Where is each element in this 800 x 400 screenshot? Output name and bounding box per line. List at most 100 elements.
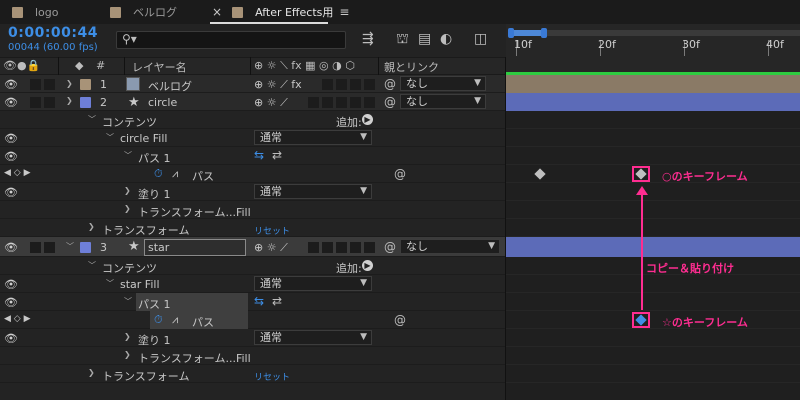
close-icon[interactable]: × bbox=[212, 5, 222, 19]
fill-name[interactable]: 塗り 1 bbox=[138, 186, 171, 202]
visibility-eye-icon[interactable]: 👁 bbox=[4, 96, 18, 109]
stopwatch-icon[interactable]: ⏱ bbox=[154, 167, 163, 181]
frame-blending-icon[interactable]: ▤ bbox=[418, 31, 431, 47]
path-reverse-icon[interactable]: ⇄ bbox=[272, 294, 282, 308]
path-direction-icon[interactable]: ⇆ bbox=[254, 148, 264, 162]
expand-chevron-icon[interactable]: ﹀ bbox=[106, 132, 114, 143]
transform-name[interactable]: トランスフォーム bbox=[102, 222, 189, 238]
layer-duration-bar[interactable] bbox=[506, 237, 800, 257]
expand-chevron-icon[interactable]: ❯ bbox=[88, 222, 95, 231]
transform-fill-name[interactable]: トランスフォーム...Fill bbox=[138, 204, 251, 220]
expand-chevron-icon[interactable]: ❯ bbox=[124, 332, 131, 341]
graph-icon[interactable]: ⩘ bbox=[172, 167, 178, 181]
stopwatch-icon[interactable]: ⏱ bbox=[154, 313, 163, 327]
lock-switch[interactable] bbox=[44, 242, 55, 253]
label-color-swatch[interactable] bbox=[80, 79, 91, 90]
motion-blur-icon[interactable]: ◐ bbox=[440, 31, 452, 47]
expand-chevron-icon[interactable]: ﹀ bbox=[106, 278, 114, 289]
pickwhip-spiral-icon[interactable]: @ bbox=[394, 167, 406, 181]
layer-name-field[interactable]: star bbox=[144, 239, 246, 256]
adjustment-switch[interactable] bbox=[350, 79, 361, 90]
label-header-icon[interactable]: ◆ bbox=[75, 59, 83, 72]
3d-switch[interactable] bbox=[364, 242, 375, 253]
transform-row[interactable] bbox=[0, 219, 506, 237]
parent-dropdown[interactable]: なし ▼ bbox=[400, 94, 486, 109]
panel-divider[interactable] bbox=[505, 57, 506, 400]
search-input[interactable] bbox=[116, 31, 346, 49]
expand-chevron-icon[interactable]: ❯ bbox=[66, 79, 73, 88]
visibility-eye-icon[interactable]: 👁 bbox=[4, 150, 18, 163]
visibility-eye-icon[interactable]: 👁 bbox=[4, 186, 18, 199]
layer-switches[interactable]: ⊕ ☼ ⟋ bbox=[254, 241, 288, 255]
transform-fill-name[interactable]: トランスフォーム...Fill bbox=[138, 350, 251, 366]
work-area-range[interactable] bbox=[512, 30, 544, 36]
transform-row[interactable] bbox=[0, 365, 506, 383]
expand-chevron-icon[interactable]: ❯ bbox=[124, 204, 131, 213]
parent-dropdown[interactable]: なし ▼ bbox=[400, 239, 500, 254]
path-group-row[interactable] bbox=[0, 293, 506, 311]
contents-group-row[interactable] bbox=[0, 257, 506, 275]
fx-switch[interactable] bbox=[308, 242, 319, 253]
layer-name-header[interactable]: レイヤー名 bbox=[132, 59, 187, 75]
frame-blend-switch[interactable] bbox=[322, 242, 333, 253]
pickwhip-spiral-icon[interactable]: @ bbox=[384, 77, 396, 91]
3d-switch[interactable] bbox=[364, 97, 375, 108]
visibility-eye-icon[interactable]: 👁 bbox=[4, 278, 18, 291]
work-area-bar[interactable] bbox=[510, 30, 800, 36]
pickwhip-spiral-icon[interactable]: @ bbox=[384, 95, 396, 109]
layer-switches[interactable]: ⊕ ☼ ⟋ fx bbox=[254, 78, 302, 92]
visibility-eye-icon[interactable]: 👁 bbox=[4, 78, 18, 91]
graph-editor-icon[interactable]: ◫ bbox=[474, 31, 487, 47]
transform-name[interactable]: トランスフォーム bbox=[102, 368, 189, 384]
transform-fill-row[interactable] bbox=[0, 347, 506, 365]
motion-blur-switch[interactable] bbox=[336, 242, 347, 253]
visibility-eye-icon[interactable]: 👁 bbox=[4, 241, 18, 254]
pickwhip-spiral-icon[interactable]: @ bbox=[394, 313, 406, 327]
tab-after-effects[interactable]: × After Effects用 ≡ bbox=[212, 0, 349, 24]
adjustment-switch[interactable] bbox=[350, 242, 361, 253]
shy-layers-icon[interactable]: ⛫ bbox=[396, 31, 409, 49]
expand-chevron-icon[interactable]: ❯ bbox=[66, 96, 73, 105]
group-row-circle-fill[interactable] bbox=[0, 129, 506, 147]
lock-switch[interactable] bbox=[44, 79, 55, 90]
tab-logo[interactable]: logo bbox=[12, 0, 59, 24]
layer-duration-bar[interactable] bbox=[506, 93, 800, 111]
path-direction-icon[interactable]: ⇆ bbox=[254, 294, 264, 308]
fill-row[interactable] bbox=[0, 183, 506, 201]
tab-menu-icon[interactable]: ≡ bbox=[339, 5, 349, 19]
layer-duration-bar[interactable] bbox=[506, 75, 800, 93]
add-menu-icon[interactable]: ▶ bbox=[362, 260, 373, 271]
label-color-swatch[interactable] bbox=[80, 97, 91, 108]
solo-switch[interactable] bbox=[30, 79, 41, 90]
visibility-eye-icon[interactable]: 👁 bbox=[4, 296, 18, 309]
group-row-star-fill[interactable] bbox=[0, 275, 506, 293]
work-area-end-handle[interactable] bbox=[541, 28, 547, 38]
expand-chevron-icon[interactable]: ﹀ bbox=[88, 260, 96, 271]
pickwhip-spiral-icon[interactable]: @ bbox=[384, 240, 396, 254]
blend-mode-dropdown[interactable]: 通常 ▼ bbox=[254, 276, 372, 291]
tab-bellog[interactable]: ベルログ bbox=[110, 0, 177, 24]
3d-switch[interactable] bbox=[364, 79, 375, 90]
motion-blur-switch[interactable] bbox=[336, 79, 347, 90]
transform-fill-row[interactable] bbox=[0, 201, 506, 219]
frame-blend-switch[interactable] bbox=[322, 79, 333, 90]
expand-chevron-icon[interactable]: ﹀ bbox=[66, 241, 74, 252]
motion-blur-switch[interactable] bbox=[336, 97, 347, 108]
composition-flowchart-icon[interactable]: ⇶ bbox=[362, 31, 374, 47]
expand-chevron-icon[interactable]: ﹀ bbox=[124, 150, 132, 161]
add-menu-icon[interactable]: ▶ bbox=[362, 114, 373, 125]
visibility-eye-icon[interactable]: 👁 bbox=[4, 332, 18, 345]
work-area-start-handle[interactable] bbox=[508, 28, 514, 38]
expand-chevron-icon[interactable]: ﹀ bbox=[88, 114, 96, 125]
visibility-eye-icon[interactable]: 👁 bbox=[4, 132, 18, 145]
adjustment-switch[interactable] bbox=[350, 97, 361, 108]
path-group-row[interactable] bbox=[0, 147, 506, 165]
blend-mode-dropdown[interactable]: 通常 ▼ bbox=[254, 130, 372, 145]
graph-icon[interactable]: ⩘ bbox=[172, 313, 178, 327]
layer-name[interactable]: ベルログ bbox=[148, 78, 192, 94]
current-time-display[interactable]: 0:00:00:44 bbox=[8, 25, 98, 41]
layer-name[interactable]: star bbox=[148, 241, 169, 254]
expand-chevron-icon[interactable]: ❯ bbox=[88, 368, 95, 377]
path-reverse-icon[interactable]: ⇄ bbox=[272, 148, 282, 162]
expand-chevron-icon[interactable]: ❯ bbox=[124, 350, 131, 359]
